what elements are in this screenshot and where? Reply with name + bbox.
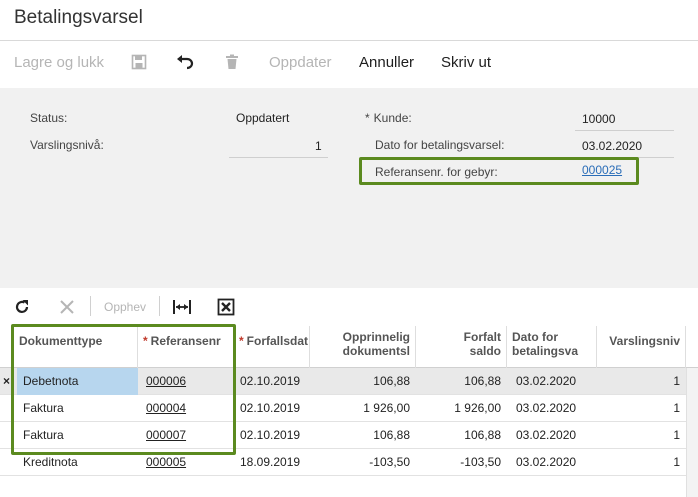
column-header-label: Forfalt saldo xyxy=(463,330,501,358)
date-field[interactable]: 03.02.2020 xyxy=(582,139,642,153)
column-header[interactable]: Dato for betalingsva xyxy=(507,326,597,368)
save-close-button[interactable]: Lagre og lukk xyxy=(14,54,104,72)
date-label: Dato for betalingsvarsel: xyxy=(375,138,505,152)
orig-amount-cell[interactable]: 106,88 xyxy=(310,422,416,449)
form-panel: Status: Oppdatert Varslingsnivå: 1 * Kund… xyxy=(0,88,698,288)
column-header-label: Forfallsdat xyxy=(246,334,309,348)
required-mark: * xyxy=(239,334,244,348)
notice-date-cell[interactable]: 03.02.2020 xyxy=(510,368,597,395)
save-icon[interactable] xyxy=(131,52,151,72)
column-header-label: Opprinnelig dokumentsl xyxy=(342,330,410,358)
overdue-amount-cell[interactable]: -103,50 xyxy=(416,449,507,476)
due-date-cell[interactable]: 02.10.2019 xyxy=(234,368,310,395)
delete-icon[interactable] xyxy=(224,52,244,72)
due-date-cell[interactable]: 02.10.2019 xyxy=(234,422,310,449)
customer-label: * Kunde: xyxy=(365,111,412,125)
print-button[interactable]: Skriv ut xyxy=(441,54,491,72)
grid-toolbar-separator xyxy=(90,296,91,316)
required-mark: * xyxy=(365,111,370,125)
column-header-label: Varslingsniv xyxy=(609,334,680,348)
status-value: Oppdatert xyxy=(236,111,290,125)
refresh-icon[interactable] xyxy=(13,296,33,316)
cancel-x-icon[interactable] xyxy=(58,296,78,316)
export-excel-icon[interactable] xyxy=(217,296,237,316)
notice-date-cell[interactable]: 03.02.2020 xyxy=(510,422,597,449)
orig-amount-cell[interactable]: -103,50 xyxy=(310,449,416,476)
orig-amount-cell[interactable]: 106,88 xyxy=(310,368,416,395)
overdue-amount-cell[interactable]: 106,88 xyxy=(416,422,507,449)
column-header[interactable]: Opprinnelig dokumentsl xyxy=(310,326,416,368)
cancel-button[interactable]: Annuller xyxy=(359,54,414,72)
grid-scrollbar[interactable] xyxy=(686,368,698,497)
page-title: Betalingsvarsel xyxy=(14,7,143,28)
due-date-cell[interactable]: 02.10.2019 xyxy=(234,395,310,422)
screen: Betalingsvarsel Lagre og lukk Oppdater A… xyxy=(0,0,698,497)
column-header[interactable]: * Forfallsdat xyxy=(234,326,310,368)
level-field-underline xyxy=(229,157,328,158)
status-label: Status: xyxy=(30,111,68,125)
title-divider xyxy=(0,40,698,41)
columns-highlight xyxy=(11,324,236,455)
column-header-label: Dato for betalingsva xyxy=(512,330,579,358)
notice-date-cell[interactable]: 03.02.2020 xyxy=(510,395,597,422)
level-label: Varslingsnivå: xyxy=(30,138,104,152)
level-cell[interactable]: 1 xyxy=(597,422,686,449)
overdue-amount-cell[interactable]: 1 926,00 xyxy=(416,395,507,422)
due-date-cell[interactable]: 18.09.2019 xyxy=(234,449,310,476)
fit-columns-icon[interactable] xyxy=(172,296,192,316)
column-header[interactable]: Forfalt saldo xyxy=(416,326,507,368)
fee-ref-highlight xyxy=(359,157,639,185)
customer-field-underline xyxy=(575,130,674,131)
level-cell[interactable]: 1 xyxy=(597,449,686,476)
grid-toolbar-separator xyxy=(159,296,160,316)
level-field[interactable]: 1 xyxy=(315,139,322,153)
level-cell[interactable]: 1 xyxy=(597,395,686,422)
undo-icon[interactable] xyxy=(176,52,196,72)
overdue-amount-cell[interactable]: 106,88 xyxy=(416,368,507,395)
customer-label-text: Kunde: xyxy=(373,111,412,125)
notice-date-cell[interactable]: 03.02.2020 xyxy=(510,449,597,476)
update-button[interactable]: Oppdater xyxy=(269,54,332,72)
level-cell[interactable]: 1 xyxy=(597,368,686,395)
orig-amount-cell[interactable]: 1 926,00 xyxy=(310,395,416,422)
column-header[interactable]: Varslingsniv xyxy=(597,326,686,368)
reverse-button[interactable]: Opphev xyxy=(104,300,146,314)
customer-field[interactable]: 10000 xyxy=(582,112,615,126)
